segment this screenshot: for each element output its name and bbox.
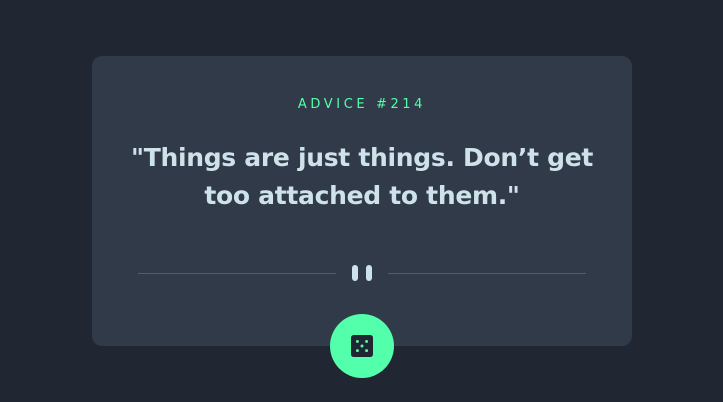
advice-id-label: ADVICE #214 <box>297 97 427 112</box>
pause-bar-left <box>352 265 358 281</box>
divider-line-left <box>138 273 336 274</box>
pause-icon <box>352 265 372 281</box>
advice-card: ADVICE #214 "Things are just things. Don… <box>92 56 632 346</box>
advice-quote: "Things are just things. Don’t get too a… <box>130 143 594 210</box>
divider-line-right <box>388 273 586 274</box>
generate-advice-button[interactable] <box>330 314 394 378</box>
pause-bar-right <box>366 265 372 281</box>
dice-icon <box>351 335 373 357</box>
pattern-divider <box>138 262 586 284</box>
